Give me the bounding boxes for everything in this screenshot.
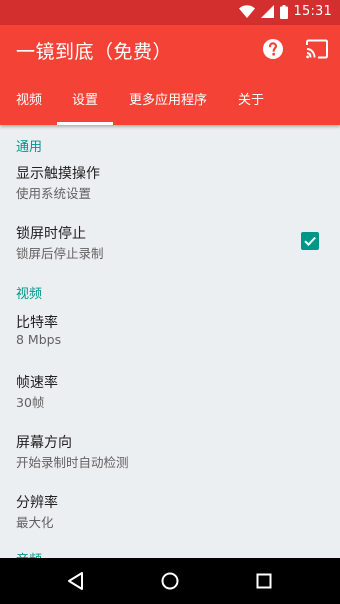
pref-title: 显示触摸操作	[16, 166, 100, 182]
back-icon	[68, 572, 83, 590]
app-bar: 一镜到底（免费） 视频 设置 更多应用程序 关于	[0, 25, 340, 125]
status-bar: 15:31	[0, 0, 340, 25]
pref-show-touches[interactable]: 显示触摸操作 使用系统设置	[0, 158, 340, 218]
pref-bitrate[interactable]: 比特率 8 Mbps	[0, 306, 340, 366]
home-button[interactable]	[159, 570, 181, 592]
signal-icon	[260, 5, 274, 18]
settings-list[interactable]: 通用 显示触摸操作 使用系统设置 锁屏时停止 锁屏后停止录制 视频 比特率 8 …	[0, 125, 340, 558]
help-button[interactable]	[262, 38, 284, 60]
wifi-icon	[238, 5, 255, 18]
tab-more-apps[interactable]: 更多应用程序	[129, 85, 207, 125]
pref-title: 锁屏时停止	[16, 226, 86, 242]
recents-icon	[256, 573, 272, 589]
recents-button[interactable]	[253, 570, 275, 592]
cast-button[interactable]	[305, 39, 329, 59]
tab-settings[interactable]: 设置	[72, 85, 98, 125]
pref-title: 比特率	[16, 315, 58, 331]
pref-summary: 开始录制时自动检测	[16, 455, 129, 470]
battery-icon	[279, 4, 288, 19]
navigation-bar	[0, 558, 340, 604]
back-button[interactable]	[65, 570, 87, 592]
tab-about[interactable]: 关于	[238, 85, 264, 125]
tab-video[interactable]: 视频	[16, 85, 42, 125]
pref-title: 帧速率	[16, 375, 58, 391]
status-icons: 15:31	[238, 4, 332, 19]
app-title: 一镜到底（免费）	[16, 41, 173, 63]
section-header-audio: 音频	[16, 549, 42, 558]
pref-summary: 锁屏后停止录制	[16, 246, 104, 261]
pref-summary: 最大化	[16, 515, 54, 530]
stop-on-lock-checkbox[interactable]	[301, 232, 319, 250]
pref-summary: 使用系统设置	[16, 186, 92, 201]
section-header-video: 视频	[16, 287, 43, 302]
tab-bar: 视频 设置 更多应用程序 关于	[0, 85, 340, 125]
pref-title: 屏幕方向	[16, 435, 72, 451]
help-icon	[263, 39, 283, 59]
section-header-general: 通用	[16, 140, 43, 155]
pref-summary: 30帧	[16, 395, 45, 410]
pref-title: 分辨率	[16, 495, 58, 511]
pref-summary: 8 Mbps	[16, 332, 62, 347]
cast-icon	[306, 39, 328, 59]
home-icon	[161, 572, 179, 590]
status-time: 15:31	[293, 4, 332, 19]
pref-frame-rate[interactable]: 帧速率 30帧	[0, 366, 340, 426]
pref-resolution[interactable]: 分辨率 最大化	[0, 486, 340, 546]
pref-stop-on-lock[interactable]: 锁屏时停止 锁屏后停止录制	[0, 218, 340, 278]
pref-orientation[interactable]: 屏幕方向 开始录制时自动检测	[0, 426, 340, 486]
check-icon	[304, 236, 316, 247]
